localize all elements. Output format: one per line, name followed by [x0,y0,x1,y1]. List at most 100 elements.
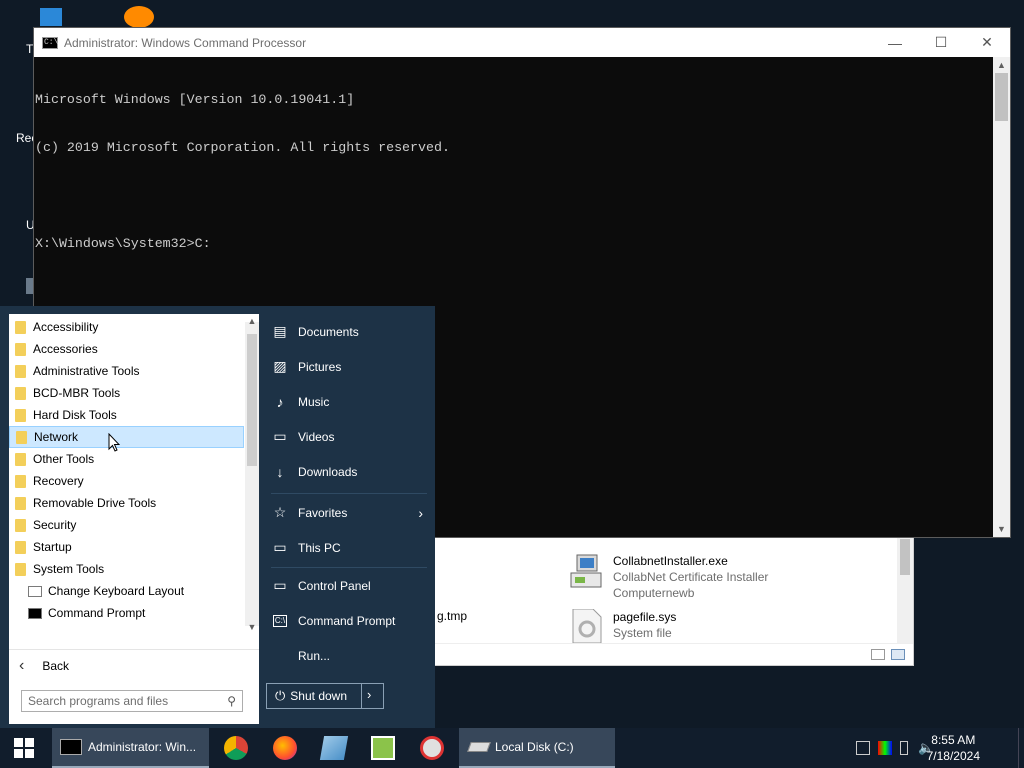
power-icon: ⏻ [275,688,286,703]
firefox-desktop-icon[interactable] [124,6,154,28]
place-run[interactable]: Run... [263,638,435,673]
place-videos[interactable]: ▭ Videos [263,419,435,454]
videos-icon: ▭ [273,428,287,444]
program-folder-removable-drive-tools[interactable]: Removable Drive Tools [9,492,244,514]
scroll-down-arrow-icon[interactable]: ▼ [245,622,259,632]
start-menu: Accessibility Accessories Administrative… [0,306,435,728]
scroll-down-arrow-icon[interactable]: ▼ [993,521,1010,537]
place-documents[interactable]: ▤ Documents [263,314,435,349]
task-label: Local Disk (C:) [495,740,574,754]
minimize-button[interactable]: — [872,28,918,57]
chevron-right-icon[interactable]: › [367,687,371,702]
shutdown-label: Shut down [290,689,348,703]
explorer-scrollbar[interactable]: ▼ [897,537,913,657]
program-folder-hard-disk-tools[interactable]: Hard Disk Tools [9,404,244,426]
desktop-computer-icon[interactable] [40,8,62,26]
program-folder-startup[interactable]: Startup [9,536,244,558]
pictures-icon: ▨ [273,358,287,374]
details-view-icon[interactable] [871,649,885,660]
task-label: Administrator: Win... [88,740,197,754]
place-favorites[interactable]: ☆ Favorites › [263,495,435,530]
window-title: Administrator: Windows Command Processor [64,35,307,50]
notepad-icon[interactable] [319,736,349,760]
program-list[interactable]: Accessibility Accessories Administrative… [9,314,245,634]
clock-date: 7/18/2024 [926,749,980,763]
start-button[interactable] [0,728,48,768]
program-folder-other-tools[interactable]: Other Tools [9,448,244,470]
place-control-panel[interactable]: ▭ Control Panel [263,568,435,603]
program-folder-accessibility[interactable]: Accessibility [9,316,244,338]
clock-time: 8:55 AM [931,733,976,747]
desktop-icon-partial[interactable] [26,278,33,294]
scroll-up-arrow-icon[interactable]: ▲ [993,57,1010,73]
maximize-button[interactable]: ☐ [918,28,964,57]
shutdown-button[interactable]: ⏻ Shut down › [266,683,384,709]
scroll-up-arrow-icon[interactable]: ▲ [245,316,259,326]
program-label: Other Tools [33,452,95,466]
file-item-collabnet[interactable]: CollabnetInstaller.exe CollabNet Certifi… [569,553,768,601]
place-command-prompt[interactable]: C:\ Command Prompt [263,603,435,638]
paint-icon[interactable] [420,736,444,760]
taskbar-task-local-disk[interactable]: Local Disk (C:) [459,728,615,768]
file-type: System file [613,626,672,640]
command-prompt-icon [60,739,82,755]
star-icon: ☆ [273,504,287,520]
window-titlebar[interactable]: C:\ Administrator: Windows Command Proce… [34,28,1010,57]
program-label: Command Prompt [48,606,146,620]
scroll-thumb[interactable] [900,539,910,575]
program-label: BCD-MBR Tools [33,386,121,400]
program-folder-recovery[interactable]: Recovery [9,470,244,492]
search-input[interactable]: Search programs and files ⚲ [21,690,243,712]
program-label: Startup [33,540,72,554]
program-folder-bcd-mbr-tools[interactable]: BCD-MBR Tools [9,382,244,404]
close-button[interactable]: ✕ [964,28,1010,57]
place-this-pc[interactable]: ▭ This PC [263,530,435,565]
program-folder-administrative-tools[interactable]: Administrative Tools [9,360,244,382]
back-button[interactable]: ‹ Back [9,649,259,681]
firefox-icon[interactable] [273,736,297,760]
program-label: System Tools [33,562,105,576]
place-music[interactable]: ♪ Music [263,384,435,419]
folder-icon [15,320,26,334]
file-item-pagefile[interactable]: pagefile.sys System file [569,609,676,643]
taskbar-task-command-prompt[interactable]: Administrator: Win... [52,728,209,768]
search-icon[interactable]: ⚲ [227,694,236,708]
search-placeholder: Search programs and files [28,694,169,708]
clock[interactable]: 8:55 AM 7/18/2024 [927,732,980,764]
large-icons-view-icon[interactable] [891,649,905,660]
chevron-left-icon: ‹ [19,656,25,674]
file-item-tmp[interactable]: g.tmp [437,609,467,623]
program-command-prompt[interactable]: Command Prompt [9,602,244,624]
console-line: (c) 2019 Microsoft Corporation. All righ… [35,140,450,155]
place-pictures[interactable]: ▨ Pictures [263,349,435,384]
notepad-plus-icon[interactable] [371,736,395,760]
console-line: Microsoft Windows [Version 10.0.19041.1] [35,92,355,107]
installer-icon [570,554,602,588]
scroll-thumb[interactable] [247,334,257,466]
folder-icon [15,540,26,554]
program-folder-network[interactable]: Network [9,426,244,448]
program-folder-accessories[interactable]: Accessories [9,338,244,360]
music-icon: ♪ [276,393,284,410]
place-label: Videos [298,429,335,444]
place-label: This PC [298,540,341,555]
scroll-thumb[interactable] [995,73,1008,121]
keyboard-layout-icon[interactable] [856,741,870,755]
place-downloads[interactable]: ↓ Downloads [263,454,435,489]
program-folder-system-tools[interactable]: System Tools [9,558,244,580]
color-icon[interactable] [878,741,892,755]
folder-icon [15,386,26,400]
file-explorer-window[interactable]: CollabnetInstaller.exe CollabNet Certifi… [432,536,914,666]
console-scrollbar[interactable]: ▲ ▼ [993,57,1010,537]
program-list-scrollbar[interactable]: ▲ ▼ [245,316,259,632]
program-label: Accessories [33,342,98,356]
usb-icon[interactable] [900,741,908,755]
place-label: Run... [298,648,331,663]
computer-icon: ▭ [273,539,287,555]
chrome-icon[interactable] [224,736,248,760]
program-change-keyboard-layout[interactable]: Change Keyboard Layout [9,580,244,602]
program-folder-security[interactable]: Security [9,514,244,536]
show-desktop-button[interactable] [1018,728,1024,768]
file-description: CollabNet Certificate Installer [613,570,769,584]
